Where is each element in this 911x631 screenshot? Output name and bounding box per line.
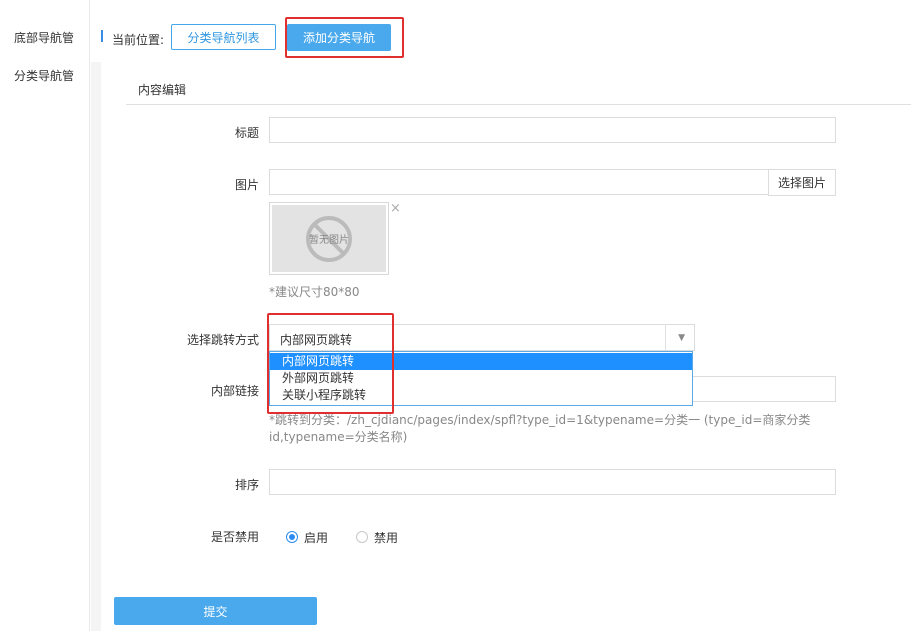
breadcrumb-marker (101, 30, 103, 42)
disable-label: 是否禁用 (210, 530, 259, 544)
sort-input[interactable] (269, 469, 836, 495)
radio-disable[interactable] (356, 531, 368, 543)
jump-option-external[interactable]: 外部网页跳转 (270, 370, 692, 387)
sidebar-item-category-nav[interactable]: 分类导航管 (14, 67, 74, 84)
main-area: 当前位置: 分类导航列表 添加分类导航 内容编辑 标题 图片 选择图片 暂无图片… (91, 0, 911, 631)
image-label: 图片 (234, 178, 259, 192)
radio-enable[interactable] (286, 531, 298, 543)
no-image-text: 暂无图片 (309, 233, 349, 246)
link-hint-line-2: id,typename=分类名称) (269, 430, 408, 444)
jump-mode-label: 选择跳转方式 (186, 333, 259, 347)
sidebar-item-bottom-nav[interactable]: 底部导航管 (14, 29, 74, 46)
no-image-icon: 暂无图片 (306, 216, 352, 262)
title-input[interactable] (269, 117, 836, 143)
image-thumbnail: 暂无图片 (269, 202, 389, 275)
remove-image-icon[interactable]: × (390, 201, 401, 216)
jump-mode-selected: 内部网页跳转 (280, 333, 353, 347)
category-nav-list-button[interactable]: 分类导航列表 (171, 24, 276, 50)
jump-option-internal[interactable]: 内部网页跳转 (270, 353, 692, 370)
internal-link-label: 内部链接 (210, 384, 259, 398)
breadcrumb-label: 当前位置: (112, 33, 165, 47)
breadcrumb: 当前位置: 分类导航列表 添加分类导航 (91, 0, 911, 62)
select-image-button[interactable]: 选择图片 (768, 169, 836, 196)
sidebar: 底部导航管 分类导航管 (0, 0, 90, 631)
jump-mode-select[interactable]: 内部网页跳转 ▼ (269, 324, 695, 351)
chevron-down-icon: ▼ (678, 333, 685, 343)
section-divider (126, 104, 911, 105)
add-category-nav-button[interactable]: 添加分类导航 (287, 24, 391, 51)
radio-enable-label[interactable]: 启用 (304, 529, 328, 546)
image-path-input[interactable] (269, 169, 769, 195)
content-edit-panel: 内容编辑 标题 图片 选择图片 暂无图片 × *建议尺寸80*80 选择跳转方式… (101, 62, 911, 631)
sort-label: 排序 (234, 478, 259, 492)
submit-button[interactable]: 提交 (114, 597, 317, 625)
link-hint-line-1: *跳转到分类：/zh_cjdianc/pages/index/spfl?type… (269, 413, 811, 427)
section-title: 内容编辑 (138, 83, 187, 97)
jump-mode-dropdown: 内部网页跳转 外部网页跳转 关联小程序跳转 (269, 351, 693, 406)
title-label: 标题 (234, 126, 259, 140)
radio-disable-label[interactable]: 禁用 (374, 529, 398, 546)
image-size-hint: *建议尺寸80*80 (269, 285, 360, 299)
jump-option-miniprogram[interactable]: 关联小程序跳转 (270, 387, 692, 404)
